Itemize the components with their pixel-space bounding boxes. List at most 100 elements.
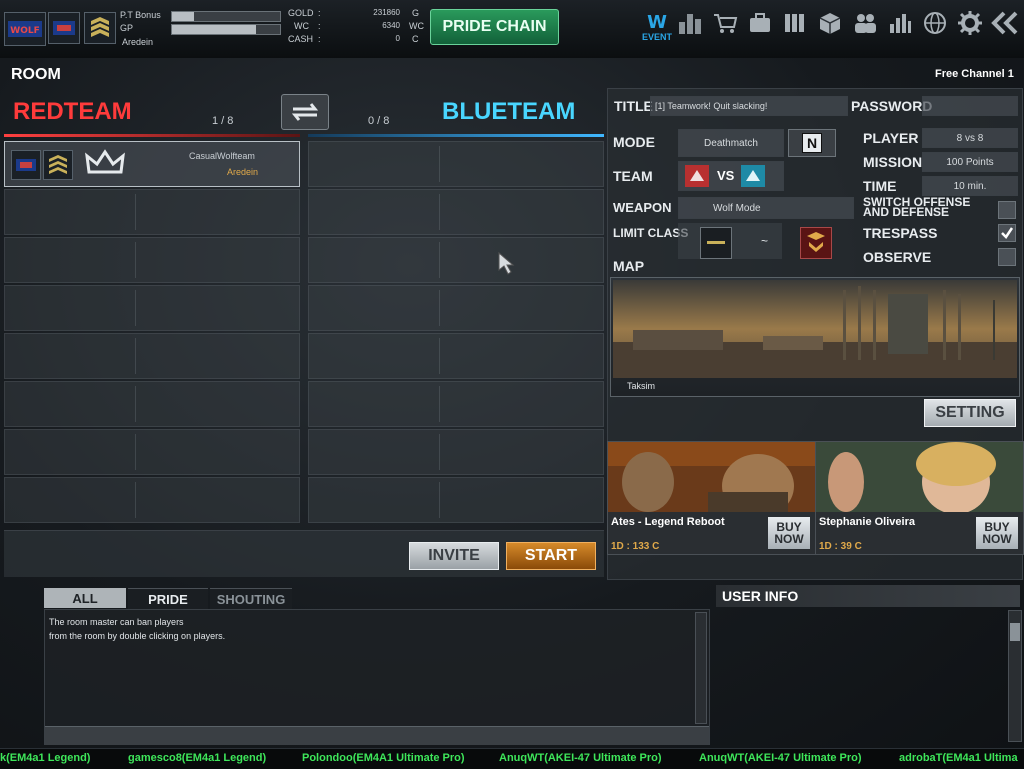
mission-label: MISSION: [863, 154, 923, 170]
map-image: [613, 280, 1017, 378]
clan-emblem-icon: [48, 12, 80, 44]
blue-slot-1[interactable]: [308, 141, 604, 187]
pt-bonus-label: P.T Bonus: [120, 10, 161, 20]
chat-log: The room master can ban players from the…: [44, 609, 710, 745]
inventory-icon[interactable]: [746, 8, 774, 38]
rank-insignia-icon: [84, 12, 116, 44]
mission-select[interactable]: 100 Points: [922, 152, 1018, 172]
trespass-checkbox[interactable]: [998, 224, 1016, 242]
red-slot-1[interactable]: CasualWolfteam Aredein: [4, 141, 300, 187]
invite-button[interactable]: INVITE: [409, 542, 499, 570]
password-field[interactable]: [922, 96, 1018, 116]
chat-tab-shouting[interactable]: SHOUTING: [210, 588, 292, 609]
channel-label: Free Channel 1: [935, 68, 1014, 80]
blue-slot-5[interactable]: [308, 333, 604, 379]
room-master-crown-icon: [79, 146, 131, 182]
weapon-select[interactable]: Wolf Mode: [678, 197, 854, 219]
chat-input[interactable]: [45, 726, 709, 745]
shop-cart-icon[interactable]: [711, 8, 739, 38]
svg-text:W: W: [647, 12, 667, 32]
shop-item-1-price: 1D : 133 C: [611, 541, 660, 552]
user-info-scrollbar[interactable]: [1008, 610, 1022, 742]
player-name: Aredein: [227, 167, 259, 177]
event-button[interactable]: W EVENT: [641, 8, 673, 44]
red-slot-8[interactable]: [4, 477, 300, 523]
cash-value: 0: [395, 34, 400, 43]
wc-unit: WC: [409, 21, 424, 31]
room-label: ROOM: [11, 66, 61, 83]
trespass-label: TRESPASS: [863, 225, 938, 241]
blue-slot-4[interactable]: [308, 285, 604, 331]
red-slot-3[interactable]: [4, 237, 300, 283]
player-clan-name: CasualWolfteam: [189, 151, 255, 161]
mode-select[interactable]: Deathmatch: [678, 129, 784, 157]
blue-slot-7[interactable]: [308, 429, 604, 475]
max-class-icon[interactable]: [800, 227, 832, 259]
red-slot-5[interactable]: [4, 333, 300, 379]
start-button[interactable]: START: [506, 542, 596, 570]
password-label: PASSWORD: [851, 98, 933, 114]
team-select[interactable]: VS: [678, 161, 784, 191]
switch-offense-checkbox[interactable]: [998, 201, 1016, 219]
box-icon[interactable]: [816, 8, 844, 38]
chat-scrollbar[interactable]: [695, 612, 707, 724]
pride-chain-button[interactable]: PRIDE CHAIN: [430, 9, 559, 45]
shop-item-2-buy-button[interactable]: BUY NOW: [976, 517, 1018, 549]
chat-line-1: The room master can ban players: [49, 617, 184, 627]
blue-team-title: BLUETEAM: [442, 98, 576, 125]
gold-value: 231860: [373, 8, 400, 17]
back-icon[interactable]: [990, 8, 1018, 38]
user-info-header: USER INFO: [716, 585, 1020, 607]
gp-bar: [171, 24, 281, 35]
stats-icon[interactable]: [886, 8, 914, 38]
time-label: TIME: [863, 178, 897, 194]
red-slot-7[interactable]: [4, 429, 300, 475]
ranking-icon[interactable]: [676, 8, 704, 38]
event-icon: W: [647, 12, 667, 32]
red-team-bar: [4, 134, 300, 137]
red-slot-4[interactable]: [4, 285, 300, 331]
min-class-icon[interactable]: [700, 227, 732, 259]
shop-item-1[interactable]: Ates - Legend Reboot 1D : 133 C BUY NOW: [607, 441, 816, 555]
red-slot-2[interactable]: [4, 189, 300, 235]
red-team-count: 1 / 8: [212, 115, 234, 127]
red-slot-6[interactable]: [4, 381, 300, 427]
time-select[interactable]: 10 min.: [922, 176, 1018, 196]
switch-offense-label: SWITCH OFFENSE AND DEFENSE: [863, 195, 971, 219]
title-label: TITLE: [614, 98, 653, 114]
chat-tab-pride[interactable]: PRIDE: [128, 588, 208, 609]
red-team-title: REDTEAM: [13, 98, 132, 125]
gear-icon[interactable]: [956, 8, 984, 38]
setting-button[interactable]: SETTING: [924, 399, 1016, 427]
blue-slot-8[interactable]: [308, 477, 604, 523]
player-count-select[interactable]: 8 vs 8: [922, 128, 1018, 148]
swap-icon: [291, 103, 319, 121]
player-rank-icon: [43, 150, 73, 180]
shop-item-1-name: Ates - Legend Reboot: [611, 516, 725, 528]
observe-checkbox[interactable]: [998, 248, 1016, 266]
swap-team-button[interactable]: [281, 94, 329, 130]
chat-tab-all[interactable]: ALL: [44, 588, 126, 608]
wc-label: WC: [294, 21, 309, 31]
blue-slot-6[interactable]: [308, 381, 604, 427]
map-label: MAP: [613, 258, 645, 274]
blue-slot-2[interactable]: [308, 189, 604, 235]
cash-label: CASH: [288, 34, 314, 44]
globe-icon[interactable]: [921, 8, 949, 38]
blue-team-count: 0 / 8: [368, 115, 390, 127]
wc-value: 6340: [382, 21, 400, 30]
class-range-tilde: ~: [761, 234, 769, 248]
mode-label: MODE: [613, 134, 655, 150]
blue-slot-3[interactable]: [308, 237, 604, 283]
cards-icon[interactable]: [781, 8, 809, 38]
shop-item-1-buy-button[interactable]: BUY NOW: [768, 517, 810, 549]
shop-item-2[interactable]: Stephanie Oliveira 1D : 39 C BUY NOW: [815, 441, 1024, 555]
shop-item-2-name: Stephanie Oliveira: [819, 516, 915, 528]
ticker-item: Polondoo(EM4A1 Ultimate Pro): [302, 752, 465, 764]
map-preview[interactable]: Taksim: [610, 277, 1020, 397]
chat-line-2: from the room by double clicking on play…: [49, 631, 226, 641]
checkmark-icon: [1001, 227, 1014, 239]
room-title-field[interactable]: [1] Teamwork! Quit slacking!: [650, 96, 848, 116]
friends-icon[interactable]: [851, 8, 879, 38]
event-label: EVENT: [641, 32, 672, 42]
